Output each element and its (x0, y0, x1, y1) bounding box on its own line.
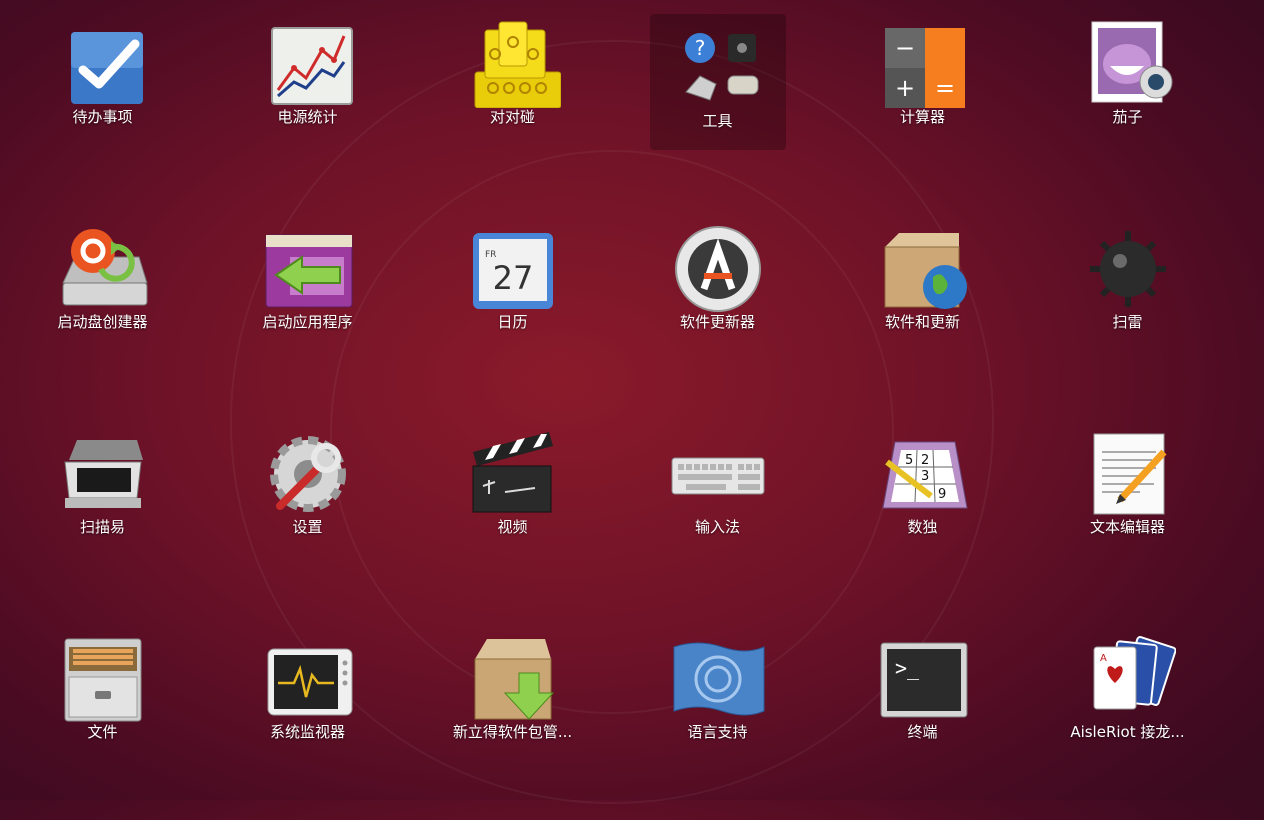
startup-applications-icon (260, 217, 356, 313)
app-label: 工具 (702, 112, 733, 130)
app-folder-utilities[interactable]: ? 工具 (615, 0, 820, 205)
app-input-method[interactable]: 输入法 (615, 410, 820, 615)
app-sudoku[interactable]: 5239 数独 (820, 410, 1025, 615)
app-settings[interactable]: 设置 (205, 410, 410, 615)
app-software-updater[interactable]: 软件更新器 (615, 205, 820, 410)
app-label: 文件 (87, 723, 118, 741)
app-power-statistics[interactable]: 电源统计 (205, 0, 410, 205)
app-startup-disk-creator[interactable]: 启动盘创建器 (0, 205, 205, 410)
svg-text:+: + (894, 74, 914, 102)
app-system-monitor[interactable]: 系统监视器 (205, 615, 410, 820)
app-label: 软件更新器 (679, 313, 755, 331)
software-updater-icon (670, 217, 766, 313)
terminal-icon: >_ (875, 627, 971, 723)
app-calendar[interactable]: FR 27 日历 (410, 205, 615, 410)
video-clapperboard-icon (465, 422, 561, 518)
app-mines[interactable]: 扫雷 (1025, 205, 1230, 410)
app-synaptic[interactable]: 新立得软件包管... (410, 615, 615, 820)
app-label: 扫雷 (1112, 313, 1143, 331)
app-label: 视频 (497, 518, 528, 536)
app-label: 设置 (292, 518, 323, 536)
text-editor-icon (1080, 422, 1176, 518)
swell-foop-icon (465, 12, 561, 108)
aisleriot-cards-icon: A (1080, 627, 1176, 723)
calendar-icon: FR 27 (465, 217, 561, 313)
app-label: 待办事项 (72, 108, 133, 126)
svg-text:27: 27 (492, 259, 533, 297)
language-support-flag-icon (670, 627, 766, 723)
app-label: 系统监视器 (269, 723, 345, 741)
app-grid: 待办事项 电源统计 对对碰 ? 工具 − + = 计算器 茄子 启动盘创建器 启… (0, 0, 1264, 800)
startup-disk-creator-icon (55, 217, 151, 313)
app-simple-scan[interactable]: 扫描易 (0, 410, 205, 615)
todo-check-icon (55, 12, 151, 108)
settings-gear-wrench-icon (260, 422, 356, 518)
svg-text:5: 5 (905, 453, 913, 468)
app-videos[interactable]: 视频 (410, 410, 615, 615)
app-text-editor[interactable]: 文本编辑器 (1025, 410, 1230, 615)
sudoku-icon: 5239 (875, 422, 971, 518)
app-label: 电源统计 (277, 108, 338, 126)
svg-text:>_: >_ (895, 656, 920, 680)
mines-icon (1080, 217, 1176, 313)
app-aisleriot[interactable]: A AisleRiot 接龙... (1025, 615, 1230, 820)
system-monitor-icon (260, 627, 356, 723)
app-label: 输入法 (694, 518, 740, 536)
app-cheese[interactable]: 茄子 (1025, 0, 1230, 205)
power-statistics-icon (260, 12, 356, 108)
app-label: 文本编辑器 (1089, 518, 1165, 536)
app-startup-applications[interactable]: 启动应用程序 (205, 205, 410, 410)
app-label: 对对碰 (489, 108, 535, 126)
app-label: 新立得软件包管... (452, 723, 573, 741)
app-files[interactable]: 文件 (0, 615, 205, 820)
synaptic-package-icon (465, 627, 561, 723)
app-label: 计算器 (899, 108, 945, 126)
svg-text:−: − (894, 34, 914, 62)
app-label: AisleRiot 接龙... (1070, 723, 1185, 741)
svg-text:9: 9 (938, 487, 946, 502)
svg-text:=: = (934, 74, 954, 102)
svg-text:A: A (1100, 653, 1107, 664)
utilities-folder-icon: ? (670, 12, 766, 108)
app-label: 日历 (497, 313, 528, 331)
app-label: 启动应用程序 (262, 313, 353, 331)
keyboard-icon (670, 422, 766, 518)
app-software-properties[interactable]: 软件和更新 (820, 205, 1025, 410)
app-label: 茄子 (1112, 108, 1143, 126)
cheese-webcam-icon (1080, 12, 1176, 108)
app-label: 软件和更新 (884, 313, 960, 331)
app-label: 终端 (907, 723, 938, 741)
svg-text:2: 2 (921, 453, 929, 468)
app-todo[interactable]: 待办事项 (0, 0, 205, 205)
software-properties-icon (875, 217, 971, 313)
svg-text:?: ? (694, 36, 705, 60)
app-label: 语言支持 (687, 723, 748, 741)
calculator-icon: − + = (875, 12, 971, 108)
app-label: 启动盘创建器 (57, 313, 148, 331)
app-language-support[interactable]: 语言支持 (615, 615, 820, 820)
svg-text:3: 3 (921, 469, 929, 484)
app-label: 数独 (907, 518, 938, 536)
app-terminal[interactable]: >_ 终端 (820, 615, 1025, 820)
files-cabinet-icon (55, 627, 151, 723)
scanner-icon (55, 422, 151, 518)
app-swell-foop[interactable]: 对对碰 (410, 0, 615, 205)
app-label: 扫描易 (79, 518, 125, 536)
app-calculator[interactable]: − + = 计算器 (820, 0, 1025, 205)
